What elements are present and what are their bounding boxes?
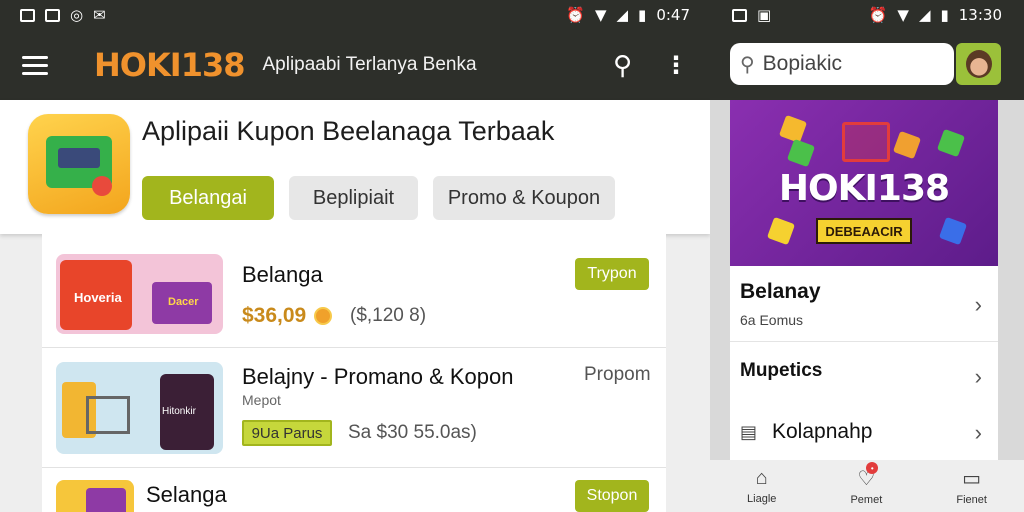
message-icon: ▣ <box>757 7 772 24</box>
right-phone-screen: ▣ ⏰ ▼ ◢ ▮ 13:30 ⚲ Bopiakic HOKI138 DEBEA… <box>710 0 1024 512</box>
product-image: Hitonkir <box>56 362 223 454</box>
item-original-price: ($,120 8) <box>350 305 427 326</box>
battery-icon: ▮ <box>638 6 647 24</box>
item-tag[interactable]: Stopon <box>575 480 649 512</box>
item-price: $36,09 <box>242 304 333 328</box>
nav-promo[interactable]: ♡ • Pemet <box>850 462 882 506</box>
chevron-right-icon: › <box>974 292 982 317</box>
gallery-icon <box>732 8 747 22</box>
menu-icon[interactable] <box>22 55 48 75</box>
promo-badge: 9Ua Parus <box>242 420 332 446</box>
status-bar: ◎ ✉ ⏰ ▼ ◢ ▮ 0:47 <box>0 0 710 30</box>
product-image <box>56 480 134 512</box>
hero-section: Aplipaii Kupon Beelanaga Terbaak Belanga… <box>0 100 710 234</box>
document-icon: ▤ <box>740 422 758 442</box>
window-icon: ▭ <box>962 468 982 490</box>
wifi-icon: ▼ <box>594 6 607 24</box>
search-input[interactable]: ⚲ Bopiakic <box>730 43 954 85</box>
item-tag[interactable]: Trypon <box>575 258 649 290</box>
mail-icon: ✉ <box>93 7 106 24</box>
item-title: Mupetics <box>740 360 823 381</box>
home-icon: ⌂ <box>755 467 768 489</box>
chevron-right-icon: › <box>974 420 982 445</box>
banner-title: HOKI138 <box>778 168 950 209</box>
app-tagline: Aplipaabi Terlanya Benka <box>262 54 477 75</box>
chip-beplipiait[interactable]: Beplipiait <box>289 176 418 220</box>
gallery-icon <box>20 8 35 22</box>
brand-logo: HOKI138 <box>94 46 245 84</box>
search-icon: ⚲ <box>740 53 755 76</box>
list-item[interactable]: Mupetics › <box>730 342 998 408</box>
chip-promo-koupon[interactable]: Promo & Koupon <box>433 176 615 220</box>
banner-cta-button[interactable]: DEBEAACIR <box>816 218 912 244</box>
product-list: Hoveria Dacer Belanga Trypon $36,09 ($,1… <box>42 234 666 512</box>
more-options-icon[interactable]: ⋮ <box>664 51 688 80</box>
item-tag[interactable]: Propom <box>584 364 651 386</box>
search-placeholder: Bopiakic <box>762 52 843 75</box>
list-item[interactable]: Selanga Stopon <box>42 468 666 512</box>
item-subtitle: 6a Eomus <box>740 312 804 328</box>
app-bar: HOKI138 Aplipaabi Terlanya Benka ⚲ ⋮ <box>0 30 710 100</box>
nav-home[interactable]: ⌂ Liagle <box>747 467 776 505</box>
wifi-icon: ▼ <box>897 6 909 24</box>
hero-title: Aplipaii Kupon Beelanaga Terbaak <box>142 116 555 146</box>
search-icon[interactable]: ⚲ <box>613 50 632 81</box>
signal-icon: ◢ <box>616 6 629 24</box>
whatsapp-icon: ◎ <box>70 7 84 24</box>
message-icon <box>45 8 60 22</box>
item-title: Belajny - Promano & Kopon <box>242 364 514 389</box>
item-subtitle: Mepot <box>242 392 281 408</box>
product-image: Hoveria Dacer <box>56 254 223 334</box>
list-item[interactable]: Belanay 6a Eomus › <box>730 266 998 342</box>
nav-profile[interactable]: ▭ Fienet <box>956 466 987 506</box>
signal-icon: ◢ <box>918 6 931 24</box>
status-bar: ▣ ⏰ ▼ ◢ ▮ 13:30 <box>710 0 1024 30</box>
cart-icon <box>842 122 890 162</box>
coin-icon <box>314 307 333 326</box>
list-item[interactable]: Hitonkir Belajny - Promano & Kopon Propo… <box>42 348 666 468</box>
promo-banner[interactable]: HOKI138 DEBEAACIR <box>730 100 998 266</box>
chip-belangai[interactable]: Belangai <box>142 176 274 220</box>
status-time: 0:47 <box>656 6 690 24</box>
alarm-icon: ⏰ <box>566 6 585 24</box>
item-title: Selanga <box>146 482 227 507</box>
battery-icon: ▮ <box>940 6 949 24</box>
chevron-right-icon: › <box>974 364 982 389</box>
item-price: Sa $30 55.0as) <box>348 422 477 443</box>
alarm-icon: ⏰ <box>868 6 888 24</box>
item-title: Belanga <box>242 262 323 287</box>
left-phone-screen: ◎ ✉ ⏰ ▼ ◢ ▮ 0:47 HOKI138 Aplipaabi Terla… <box>0 0 710 512</box>
list-item[interactable]: ▤ Kolapnahp › <box>730 408 998 460</box>
bottom-navigation: ⌂ Liagle ♡ • Pemet ▭ Fienet <box>710 460 1024 512</box>
avatar[interactable] <box>956 43 1001 85</box>
item-title: Belanay <box>740 280 821 303</box>
notification-badge: • <box>866 462 879 474</box>
app-icon <box>28 114 130 214</box>
item-title: Kolapnahp <box>772 420 873 443</box>
list-item[interactable]: Hoveria Dacer Belanga Trypon $36,09 ($,1… <box>42 234 666 348</box>
status-time: 13:30 <box>958 6 1002 24</box>
search-bar: ⚲ Bopiakic <box>710 30 1024 100</box>
